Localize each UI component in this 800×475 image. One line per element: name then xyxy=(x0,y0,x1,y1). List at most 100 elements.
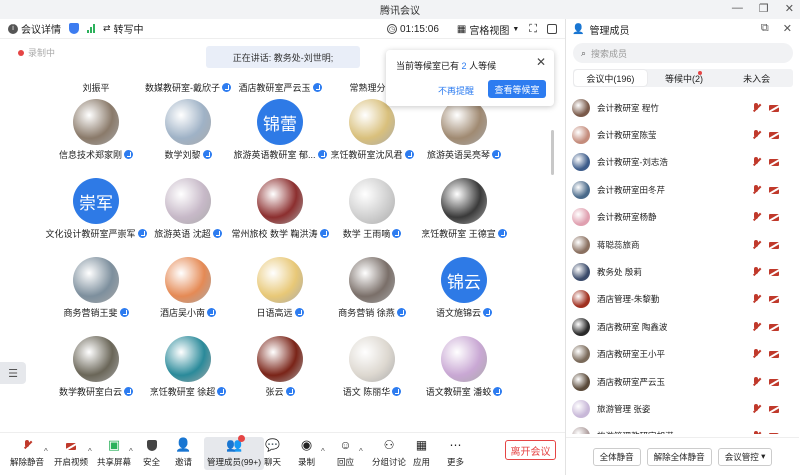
participant-tile[interactable]: 崇军 文化设计教研室严崇军 xyxy=(46,173,147,252)
list-item[interactable]: 酒店管理-朱黎勤 xyxy=(566,286,799,313)
list-item[interactable]: 会计教研室田冬芹 xyxy=(566,176,799,203)
mic-muted-icon[interactable] xyxy=(752,239,761,250)
participant-tile[interactable]: 张云 xyxy=(234,331,326,410)
participant-tile[interactable]: 语文教研室 潘蛟 xyxy=(418,331,510,410)
mic-muted-icon[interactable] xyxy=(752,184,761,195)
mic-muted-icon[interactable] xyxy=(752,403,761,414)
video-options-icon[interactable]: ^ xyxy=(88,447,92,456)
record-button[interactable]: ◉ 录制 xyxy=(298,437,315,468)
mic-muted-icon[interactable] xyxy=(752,267,761,277)
mic-muted-icon[interactable] xyxy=(752,212,761,222)
list-item[interactable]: 酒店教研室 陶鑫波 xyxy=(566,313,799,340)
apps-button[interactable]: ▦ 应用 xyxy=(413,437,430,468)
camera-off-icon[interactable] xyxy=(769,296,779,304)
camera-off-icon[interactable] xyxy=(769,269,779,277)
grid-scrollbar[interactable] xyxy=(551,130,554,175)
maximize-icon[interactable]: ❐ xyxy=(759,2,769,15)
camera-off-icon[interactable] xyxy=(769,159,779,167)
close-icon[interactable]: ✕ xyxy=(785,2,794,15)
meeting-control-button[interactable]: 会议管控 ▾ xyxy=(717,447,773,466)
participant-tile[interactable]: 烹饪教研室 徐超 xyxy=(142,331,234,410)
more-button[interactable]: ⋯ 更多 xyxy=(447,437,464,468)
mic-muted-icon[interactable] xyxy=(752,431,761,434)
unmute-button[interactable]: 解除静音 xyxy=(10,437,44,468)
mic-muted-icon[interactable] xyxy=(752,321,761,332)
mute-all-button[interactable]: 全体静音 xyxy=(592,447,641,466)
unmute-all-button[interactable]: 解除全体静音 xyxy=(646,447,712,466)
tab-waiting[interactable]: 等候中(2) xyxy=(648,69,721,87)
participant-tile[interactable]: 数媒教研室-戴欣子 xyxy=(142,72,234,94)
member-search-input[interactable]: ⌕ 搜索成员 xyxy=(573,43,793,63)
camera-off-icon[interactable] xyxy=(769,433,779,434)
list-item[interactable]: 旅游管理 张姿 xyxy=(566,395,799,422)
share-screen-button[interactable]: ▣ 共享屏幕 xyxy=(97,437,131,468)
security-status[interactable] xyxy=(69,23,79,34)
mic-muted-icon[interactable] xyxy=(752,102,761,113)
record-options-icon[interactable]: ^ xyxy=(321,447,325,456)
participant-tile[interactable]: 商务营销王斐 xyxy=(50,252,142,331)
participant-tile[interactable]: 商务营销 徐燕 xyxy=(326,252,418,331)
camera-off-icon[interactable] xyxy=(769,214,779,222)
participant-tile[interactable]: 烹饪教研室 王德宣 xyxy=(418,173,510,252)
camera-off-icon[interactable] xyxy=(769,186,779,194)
list-item[interactable]: 酒店教研室王小平 xyxy=(566,341,799,368)
camera-off-icon[interactable] xyxy=(769,104,779,112)
mic-muted-icon[interactable] xyxy=(752,294,761,304)
list-item[interactable]: 旅游管理教研室胡湛 xyxy=(566,423,799,434)
camera-off-icon[interactable] xyxy=(769,405,779,413)
dismiss-reminder-link[interactable]: 不再提醒 xyxy=(438,84,474,97)
camera-off-icon[interactable] xyxy=(769,323,779,331)
participant-tile[interactable]: 锦蕾 旅游英语教研室 郁... xyxy=(234,94,327,173)
participant-tile[interactable]: 酒店教研室严云玉 xyxy=(234,72,326,94)
invite-button[interactable]: 👤 邀请 xyxy=(175,437,192,468)
list-item[interactable]: 教务处 殷莉 xyxy=(566,258,799,285)
list-item[interactable]: 会计教研室杨静 xyxy=(566,204,799,231)
list-item[interactable]: 会计教研室-刘志浩 xyxy=(566,149,799,176)
close-icon[interactable]: ✕ xyxy=(783,22,792,35)
mic-muted-icon[interactable] xyxy=(752,130,761,140)
network-status[interactable] xyxy=(87,24,95,33)
list-item[interactable]: 会计教研室 程竹 xyxy=(566,94,799,121)
tab-in-meeting[interactable]: 会议中(196) xyxy=(574,70,647,86)
tab-not-joined[interactable]: 未入会 xyxy=(720,69,793,87)
camera-off-icon[interactable] xyxy=(769,132,779,140)
security-button[interactable]: 安全 xyxy=(143,437,160,468)
close-icon[interactable]: ✕ xyxy=(536,55,546,69)
participant-tile[interactable]: 旅游英语 沈超 xyxy=(142,173,234,252)
participant-tile[interactable]: 酒店吴小南 xyxy=(142,252,234,331)
breakout-button[interactable]: ⚇ 分组讨论 xyxy=(372,437,406,468)
meeting-info-button[interactable]: i 会议详情 xyxy=(8,21,61,36)
mic-muted-icon[interactable] xyxy=(752,157,761,167)
leave-meeting-button[interactable]: 离开会议 xyxy=(505,440,556,460)
camera-off-icon[interactable] xyxy=(769,351,779,359)
list-item[interactable]: 蒋聪蕊旅商 xyxy=(566,231,799,258)
mic-muted-icon[interactable] xyxy=(752,349,761,359)
start-video-button[interactable]: 开启视频 xyxy=(54,437,88,468)
manage-members-button[interactable]: 👥 管理成员(99+) xyxy=(204,435,265,470)
view-mode-button[interactable]: ▦ 宫格视图 ▼ xyxy=(457,22,519,37)
list-item[interactable]: 酒店教研室严云玉 xyxy=(566,368,799,395)
transcribe-status[interactable]: ⇄ 转写中 xyxy=(103,21,144,36)
participant-tile[interactable]: 数学 王雨嘀 xyxy=(326,173,418,252)
split-view-icon[interactable] xyxy=(547,24,557,34)
camera-off-icon[interactable] xyxy=(769,378,779,386)
member-list[interactable]: 会计教研室 程竹 会计教研室陈莹 会计教研室-刘志浩 会计教研室田冬芹 会计教研室杨静蒋… xyxy=(566,94,799,434)
participant-tile[interactable]: 语文 陈丽华 xyxy=(326,331,418,410)
mic-options-icon[interactable]: ^ xyxy=(44,447,48,456)
view-waiting-room-button[interactable]: 查看等候室 xyxy=(488,80,546,98)
participant-tile[interactable]: 锦云 语文施锦云 xyxy=(418,252,510,331)
popout-icon[interactable]: ⧉ xyxy=(761,22,769,35)
list-item[interactable]: 会计教研室陈莹 xyxy=(566,121,799,148)
react-button[interactable]: ☺ 回应 xyxy=(337,437,354,468)
react-options-icon[interactable]: ^ xyxy=(359,447,363,456)
participant-tile[interactable]: 常州旅校 数学 鞠洪涛 xyxy=(232,173,329,252)
side-list-toggle[interactable]: ☰ xyxy=(0,362,26,384)
participant-tile[interactable]: 刘振平 xyxy=(50,72,142,94)
share-options-icon[interactable]: ^ xyxy=(129,447,133,456)
participant-tile[interactable]: 日语高远 xyxy=(234,252,326,331)
chat-button[interactable]: 💬 聊天 xyxy=(264,437,281,468)
fullscreen-icon[interactable]: ⛶ xyxy=(529,23,537,36)
participant-tile[interactable]: 数学刘黎 xyxy=(142,94,234,173)
minimize-icon[interactable]: — xyxy=(732,2,743,15)
participant-tile[interactable]: 信息技术郑家刚 xyxy=(50,94,142,173)
